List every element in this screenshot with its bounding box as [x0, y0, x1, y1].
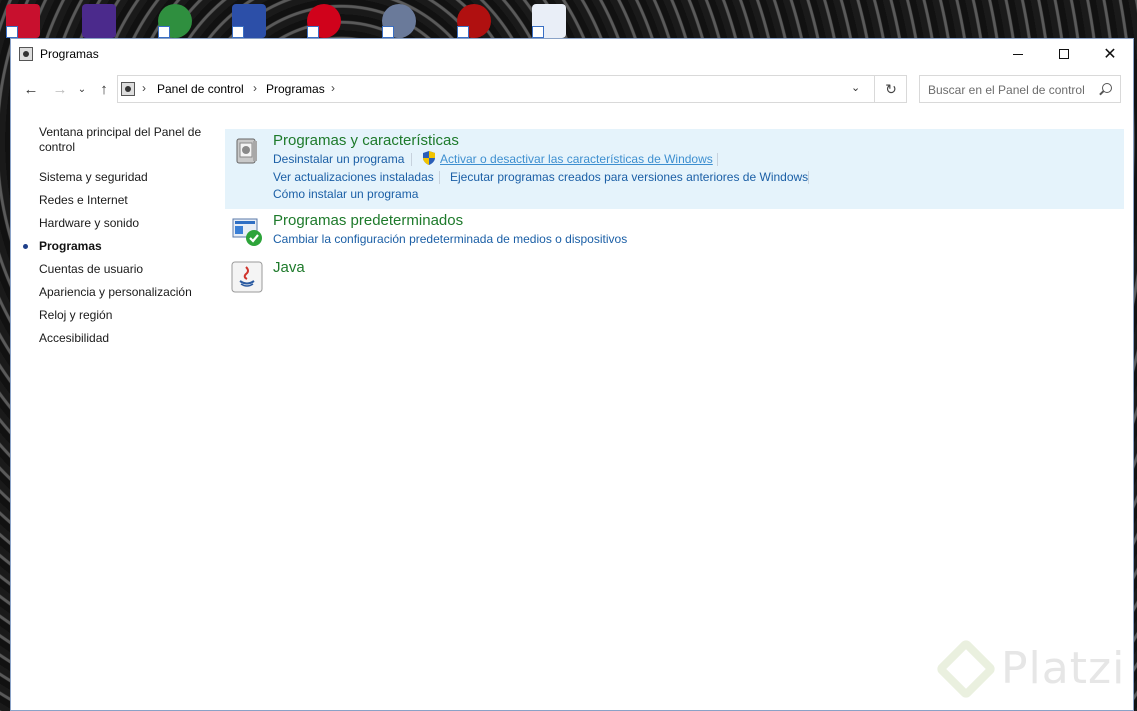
desktop-shortcut-icon[interactable] [307, 4, 341, 38]
up-button[interactable]: ↑ [94, 79, 114, 99]
java-icon [231, 261, 263, 293]
sidebar-item-programas[interactable]: Programas [11, 239, 209, 254]
close-icon: ✕ [1103, 46, 1117, 63]
link-divider [717, 153, 718, 166]
back-arrow-icon: ← [23, 80, 39, 98]
sidebar: Ventana principal del Panel de control S… [11, 125, 221, 354]
forward-button[interactable]: → [50, 79, 70, 99]
sidebar-item-hardware-sonido[interactable]: Hardware y sonido [11, 216, 209, 231]
link-divider [411, 153, 412, 166]
minimize-icon [1013, 53, 1023, 55]
link-desinstalar-programa[interactable]: Desinstalar un programa [273, 152, 404, 166]
section-title[interactable]: Programas predeterminados [273, 212, 463, 229]
desktop-shortcut-icon[interactable] [82, 4, 116, 38]
search-input[interactable] [920, 76, 1100, 104]
sidebar-item-redes-internet[interactable]: Redes e Internet [11, 193, 209, 208]
search-box[interactable] [919, 75, 1121, 104]
sidebar-item-accesibilidad[interactable]: Accesibilidad [11, 331, 209, 346]
link-ver-actualizaciones[interactable]: Ver actualizaciones instaladas [273, 170, 434, 184]
section-title[interactable]: Programas y características [273, 132, 459, 149]
desktop-shortcut-icon[interactable] [158, 4, 192, 38]
section-programas-predeterminados: Programas predeterminados Cambiar la con… [225, 209, 1124, 257]
programs-features-icon [236, 138, 257, 164]
breadcrumb-programas[interactable]: Programas [266, 82, 325, 96]
navigation-bar: ← → ⌄ ↑ › Panel de control › Programas ›… [11, 73, 1133, 105]
breadcrumb-separator-icon: › [142, 81, 146, 95]
desktop-shortcut-icon[interactable] [6, 4, 40, 38]
forward-arrow-icon: → [52, 80, 68, 98]
link-activar-caracteristicas-windows[interactable]: Activar o desactivar las características… [440, 152, 713, 166]
address-bar[interactable]: › Panel de control › Programas › ⌄ ↻ [117, 75, 907, 103]
address-dropdown-icon[interactable]: ⌄ [851, 81, 860, 94]
sidebar-item-cuentas-usuario[interactable]: Cuentas de usuario [11, 262, 209, 277]
link-divider [808, 171, 809, 184]
chevron-down-icon: ⌄ [77, 83, 87, 95]
link-cambiar-configuracion-medios[interactable]: Cambiar la configuración predeterminada … [273, 232, 627, 246]
maximize-button[interactable] [1041, 39, 1087, 69]
window-title: Programas [40, 47, 99, 61]
up-arrow-icon: ↑ [100, 80, 108, 98]
section-title[interactable]: Java [273, 259, 305, 276]
refresh-icon: ↻ [885, 80, 897, 97]
link-como-instalar-programa[interactable]: Cómo instalar un programa [273, 187, 418, 201]
watermark-text: Platzi [1001, 643, 1126, 694]
uac-shield-icon [423, 151, 435, 165]
sidebar-item-panel-principal[interactable]: Ventana principal del Panel de control [11, 125, 209, 155]
search-icon[interactable] [1102, 83, 1112, 93]
active-bullet-icon [23, 244, 28, 249]
sidebar-item-label: Programas [39, 239, 102, 253]
breadcrumb-separator-icon: › [253, 81, 257, 95]
main-content: Programas y características Desinstalar … [225, 129, 1124, 305]
desktop-shortcut-icon[interactable] [382, 4, 416, 38]
breadcrumb-separator-icon: › [331, 81, 335, 95]
link-ejecutar-programas-anteriores[interactable]: Ejecutar programas creados para versione… [450, 170, 808, 184]
desktop-shortcut-icon[interactable] [232, 4, 266, 38]
title-bar[interactable]: Programas ✕ [11, 39, 1133, 69]
close-button[interactable]: ✕ [1087, 39, 1133, 69]
control-panel-icon [121, 82, 135, 96]
back-button[interactable]: ← [21, 79, 41, 99]
sidebar-item-apariencia[interactable]: Apariencia y personalización [11, 285, 209, 300]
minimize-button[interactable] [995, 39, 1041, 69]
link-divider [439, 171, 440, 184]
maximize-icon [1059, 49, 1069, 59]
refresh-button[interactable]: ↻ [874, 76, 907, 102]
desktop-shortcut-icon[interactable] [532, 4, 566, 38]
desktop-shortcut-icon[interactable] [457, 4, 491, 38]
section-programas-caracteristicas: Programas y características Desinstalar … [225, 129, 1124, 209]
platzi-watermark: Platzi [934, 637, 1126, 703]
default-programs-icon [232, 218, 262, 246]
control-panel-window: Programas ✕ ← → ⌄ ↑ › Panel de control ›… [10, 38, 1134, 711]
sidebar-item-reloj-region[interactable]: Reloj y región [11, 308, 209, 323]
sidebar-item-sistema-seguridad[interactable]: Sistema y seguridad [11, 170, 209, 185]
section-java: Java [225, 257, 1124, 305]
control-panel-icon [19, 47, 33, 61]
platzi-logo-icon [934, 637, 998, 701]
breadcrumb-panel-de-control[interactable]: Panel de control [157, 82, 244, 96]
recent-locations-button[interactable]: ⌄ [75, 79, 89, 99]
